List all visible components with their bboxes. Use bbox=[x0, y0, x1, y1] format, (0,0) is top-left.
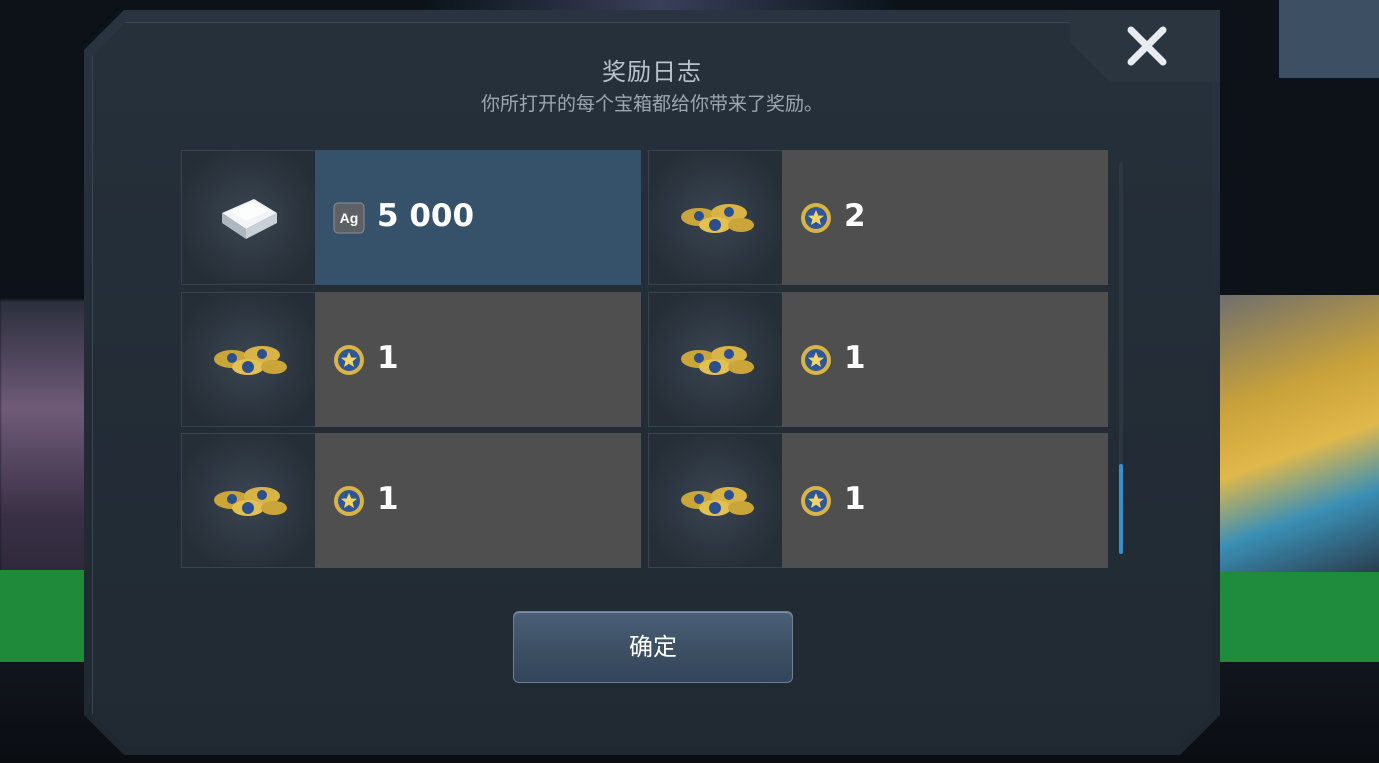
star-medal-icon bbox=[334, 486, 364, 516]
reward-thumbnail bbox=[648, 433, 783, 568]
svg-text:Ag: Ag bbox=[340, 210, 359, 226]
reward-row[interactable]: 2 bbox=[648, 150, 1108, 285]
medal-pile-icon bbox=[681, 487, 754, 516]
confirm-button[interactable]: 确定 bbox=[513, 611, 793, 683]
reward-amount: 1 bbox=[844, 340, 866, 376]
reward-amount: 5 000 bbox=[377, 198, 475, 234]
reward-amount: 1 bbox=[377, 481, 399, 517]
star-medal-icon bbox=[801, 486, 831, 516]
reward-value-cell: 1 bbox=[782, 433, 1108, 568]
reward-row[interactable]: Ag 5 000 bbox=[181, 150, 641, 285]
scrollbar-thumb[interactable] bbox=[1119, 464, 1123, 554]
reward-list: Ag 5 000 2 1 1 1 1 bbox=[181, 150, 1109, 568]
reward-row[interactable]: 1 bbox=[181, 292, 641, 427]
background-card-right bbox=[1214, 295, 1379, 575]
star-medal-icon bbox=[801, 203, 831, 233]
medal-pile-icon bbox=[681, 346, 754, 375]
reward-amount: 2 bbox=[844, 198, 866, 234]
reward-amount: 1 bbox=[377, 340, 399, 376]
reward-value-cell: 1 bbox=[315, 292, 641, 427]
reward-thumbnail bbox=[648, 292, 783, 427]
dialog-title: 奖励日志 bbox=[602, 58, 702, 86]
reward-value-cell: 1 bbox=[315, 433, 641, 568]
reward-thumbnail bbox=[181, 433, 316, 568]
silver-ag-icon: Ag bbox=[333, 202, 365, 234]
dialog-subtitle: 你所打开的每个宝箱都给你带来了奖励。 bbox=[480, 93, 823, 115]
medal-pile-icon bbox=[681, 204, 754, 233]
star-medal-icon bbox=[334, 345, 364, 375]
star-medal-icon bbox=[801, 345, 831, 375]
reward-thumbnail bbox=[181, 150, 316, 285]
background-button-right bbox=[1214, 572, 1379, 662]
medal-pile-icon bbox=[214, 346, 287, 375]
medal-pile-icon bbox=[214, 487, 287, 516]
reward-row[interactable]: 1 bbox=[648, 433, 1108, 568]
silver-bar-icon bbox=[222, 199, 277, 239]
reward-row[interactable]: 1 bbox=[648, 292, 1108, 427]
background-button-left bbox=[0, 570, 90, 662]
reward-amount: 1 bbox=[844, 481, 866, 517]
reward-row[interactable]: 1 bbox=[181, 433, 641, 568]
reward-value-cell: 2 bbox=[782, 150, 1108, 285]
reward-thumbnail bbox=[648, 150, 783, 285]
reward-value-cell: Ag 5 000 bbox=[315, 150, 641, 285]
reward-value-cell: 1 bbox=[782, 292, 1108, 427]
reward-thumbnail bbox=[181, 292, 316, 427]
